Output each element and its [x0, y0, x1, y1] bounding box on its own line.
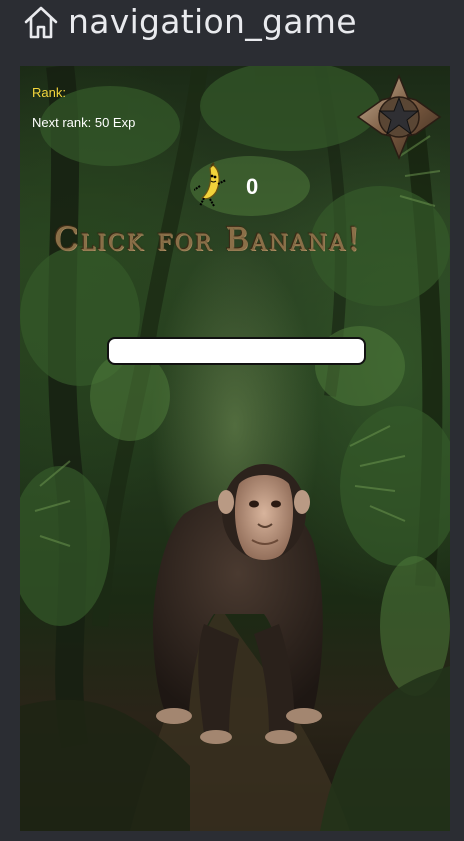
title-bar: navigation_game [0, 0, 464, 50]
banana-count: 0 [246, 174, 259, 199]
app-title: navigation_game [68, 2, 357, 41]
rank-label: Rank: [32, 85, 66, 100]
click-for-banana-banner[interactable]: Click for Banana! [54, 220, 420, 258]
rank-star-icon[interactable] [356, 74, 442, 160]
home-icon[interactable] [21, 3, 61, 41]
experience-progress-bar [107, 337, 366, 365]
dancing-banana-icon [194, 162, 227, 207]
chimpanzee[interactable] [144, 444, 334, 744]
next-rank-label: Next rank: 50 Exp [32, 115, 136, 130]
game-canvas[interactable]: Rank: Next rank: 50 Exp 0 Click for Bana… [20, 66, 450, 831]
